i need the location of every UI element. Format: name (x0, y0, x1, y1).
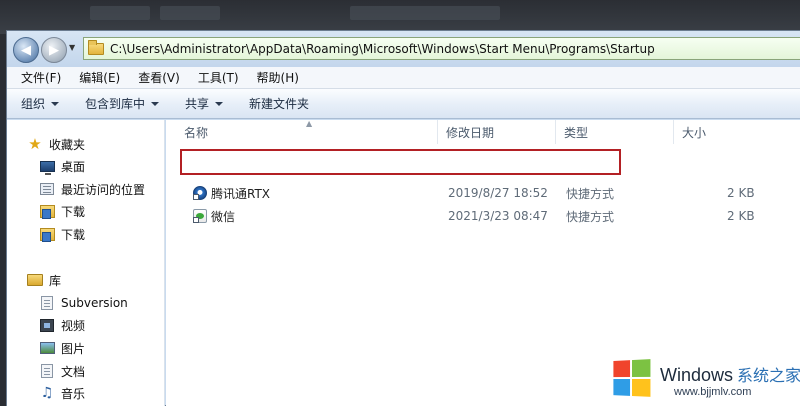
address-path: C:\Users\Administrator\AppData\Roaming\M… (110, 41, 655, 56)
column-headers: ▲ 名称 修改日期 类型 大小 (166, 119, 800, 144)
wechat-shortcut-icon (193, 209, 207, 223)
desktop-icon (39, 160, 55, 175)
nav-downloads[interactable]: 下载 (39, 201, 85, 221)
include-in-library-button[interactable]: 包含到库中 (85, 95, 160, 112)
video-icon (40, 318, 54, 332)
menu-view[interactable]: 查看(V) (132, 69, 186, 86)
nav-pictures[interactable]: 图片 (39, 338, 85, 358)
folder-icon (88, 39, 104, 55)
file-row[interactable]: 微信 2021/3/23 08:47 快捷方式 2 KB (166, 205, 766, 227)
nav-recent-places[interactable]: 最近访问的位置 (39, 179, 145, 199)
organize-button[interactable]: 组织 (21, 95, 60, 112)
document-icon (41, 364, 53, 378)
file-name-cell: 腾讯通RTX (193, 182, 270, 204)
file-size: 2 KB (727, 209, 755, 223)
nav-recent-label: 最近访问的位置 (61, 182, 146, 197)
column-size-label: 大小 (682, 125, 707, 140)
menu-help[interactable]: 帮助(H) (251, 69, 305, 86)
column-name-label: 名称 (184, 125, 209, 140)
menu-edit[interactable]: 编辑(E) (73, 69, 126, 86)
file-size: 2 KB (727, 186, 755, 200)
caret-down-icon (151, 101, 160, 106)
background-tab (160, 6, 220, 20)
file-type: 快捷方式 (566, 186, 615, 201)
nav-desktop-label: 桌面 (61, 159, 86, 174)
shortcut-arrow-icon (193, 194, 199, 200)
nav-videos-label: 视频 (61, 318, 86, 333)
share-button[interactable]: 共享 (185, 95, 224, 112)
column-header-size[interactable]: 大小 (674, 120, 764, 144)
menu-file[interactable]: 文件(F) (15, 69, 67, 86)
downloads-folder-icon (39, 204, 55, 219)
file-row[interactable]: 腾讯通RTX 2019/8/27 18:52 快捷方式 2 KB (166, 182, 766, 204)
caret-down-icon (51, 101, 60, 106)
explorer-window: ◀ ▶ ▼ C:\Users\Administrator\AppData\Roa… (6, 30, 800, 406)
share-label: 共享 (185, 97, 210, 111)
music-note-icon: ♫ (40, 385, 54, 401)
nav-music-label: 音乐 (61, 386, 86, 401)
nav-documents-label: 文档 (61, 364, 86, 379)
file-name-cell: 微信 (193, 205, 235, 227)
background-window-strip (0, 0, 800, 34)
nav-desktop[interactable]: 桌面 (39, 156, 85, 176)
background-text (350, 6, 500, 20)
address-row: ◀ ▶ ▼ C:\Users\Administrator\AppData\Roa… (7, 31, 800, 67)
nav-subversion[interactable]: Subversion (39, 293, 128, 313)
nav-subversion-label: Subversion (61, 296, 128, 310)
file-date: 2019/8/27 18:52 (448, 186, 548, 200)
nav-favorites-label: 收藏夹 (49, 137, 86, 152)
file-name: 微信 (211, 209, 236, 224)
watermark-url: www.bjjmlv.com (674, 386, 752, 398)
site-watermark: Windows 系统之家 www.bjjmlv.com (608, 354, 800, 406)
windows-logo-icon (613, 359, 652, 399)
document-icon (41, 296, 53, 310)
file-date: 2021/3/23 08:47 (448, 209, 548, 223)
include-in-library-label: 包含到库中 (85, 97, 146, 111)
back-button[interactable]: ◀ (13, 37, 39, 63)
nav-downloads-label: 下载 (61, 204, 86, 219)
nav-downloads-2[interactable]: 下载 (39, 224, 85, 244)
watermark-title: Windows 系统之家 (660, 362, 800, 386)
caret-down-icon (215, 101, 224, 106)
menu-bar: 文件(F) 编辑(E) 查看(V) 工具(T) 帮助(H) (7, 67, 800, 89)
column-header-type[interactable]: 类型 (556, 120, 674, 144)
history-dropdown-icon[interactable]: ▼ (69, 43, 75, 52)
navigation-pane: ★ 收藏夹 桌面 最近访问的位置 下载 下载 库 Subversion 视频 图… (7, 120, 165, 406)
forward-button[interactable]: ▶ (41, 37, 67, 63)
file-type: 快捷方式 (566, 209, 615, 224)
rtx-shortcut-icon (193, 186, 207, 200)
nav-music[interactable]: ♫ 音乐 (39, 383, 85, 403)
shortcut-arrow-icon (193, 217, 199, 223)
menu-tools[interactable]: 工具(T) (192, 69, 245, 86)
nav-downloads-2-label: 下载 (61, 227, 86, 242)
nav-documents[interactable]: 文档 (39, 361, 85, 381)
nav-favorites[interactable]: ★ 收藏夹 (27, 134, 85, 154)
command-toolbar: 组织 包含到库中 共享 新建文件夹 (7, 89, 800, 119)
nav-pictures-label: 图片 (61, 341, 86, 356)
nav-videos[interactable]: 视频 (39, 315, 85, 335)
recent-places-icon (40, 183, 54, 195)
star-icon: ★ (28, 134, 42, 153)
downloads-folder-icon (39, 227, 55, 242)
new-folder-button[interactable]: 新建文件夹 (249, 95, 309, 112)
watermark-title-cn: 系统之家 (737, 368, 800, 385)
nav-libraries[interactable]: 库 (27, 270, 61, 290)
column-header-name[interactable]: 名称 (176, 120, 438, 144)
address-bar[interactable]: C:\Users\Administrator\AppData\Roaming\M… (83, 37, 800, 60)
column-type-label: 类型 (564, 125, 589, 140)
watermark-title-en: Windows (660, 365, 734, 385)
arrow-right-icon: ▶ (49, 42, 59, 58)
picture-icon (39, 342, 55, 354)
column-date-label: 修改日期 (446, 125, 495, 140)
column-header-date[interactable]: 修改日期 (438, 120, 556, 144)
new-folder-label: 新建文件夹 (249, 97, 310, 111)
library-icon (27, 274, 43, 286)
arrow-left-icon: ◀ (21, 42, 31, 58)
background-tab (90, 6, 150, 20)
organize-label: 组织 (21, 97, 46, 111)
file-name: 腾讯通RTX (211, 186, 271, 201)
nav-libraries-label: 库 (49, 273, 62, 288)
